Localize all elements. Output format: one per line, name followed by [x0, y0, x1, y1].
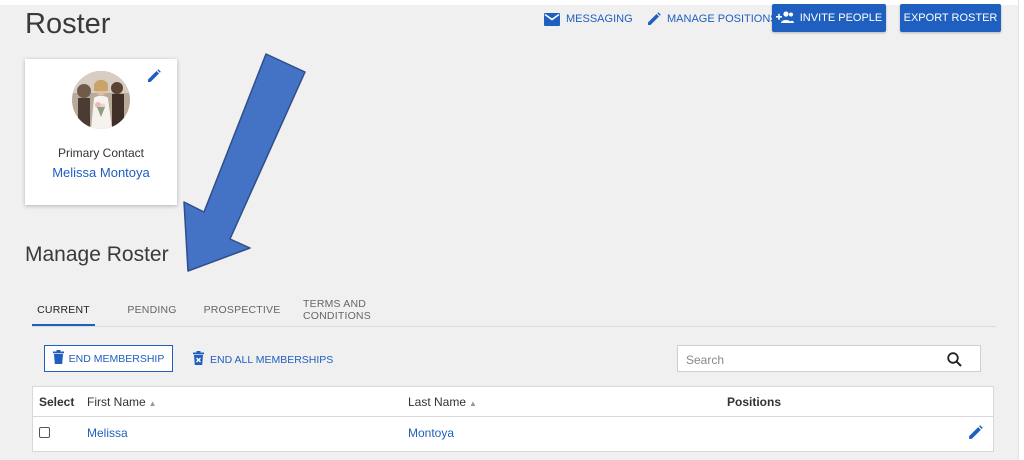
envelope-icon [544, 12, 560, 26]
column-first-name-label: First Name [87, 395, 146, 409]
end-membership-label: END MEMBERSHIP [68, 352, 165, 365]
search-box [677, 345, 981, 373]
pencil-icon [647, 12, 661, 26]
page-background: Roster MESSAGING MANAGE POSITIONS INVITE… [0, 0, 1019, 460]
primary-contact-card: Primary Contact Melissa Montoya [25, 59, 177, 205]
search-input[interactable] [678, 346, 948, 373]
column-last-name[interactable]: Last Name ▲︎ [408, 395, 477, 409]
sort-icon[interactable]: ▲︎ [149, 399, 157, 408]
column-select: Select [39, 395, 75, 409]
column-first-name[interactable]: First Name ▲︎ [87, 395, 157, 409]
roster-tabs: CURRENT PENDING PROSPECTIVE TERMS AND CO… [32, 296, 996, 327]
trash-icon [52, 350, 64, 367]
table-header: Select First Name ▲︎ Last Name ▲︎ Position… [33, 387, 993, 417]
column-last-name-label: Last Name [408, 395, 467, 409]
sort-icon[interactable]: ▲︎ [469, 399, 477, 408]
table-row: Melissa Montoya [33, 417, 993, 451]
messaging-link[interactable]: MESSAGING [544, 11, 633, 27]
page-title: Roster [25, 8, 111, 40]
messaging-label: MESSAGING [566, 13, 633, 25]
manage-positions-label: MANAGE POSITIONS [667, 13, 778, 25]
roster-table: Select First Name ▲︎ Last Name ▲︎ Position… [32, 386, 994, 452]
end-all-memberships-button[interactable]: END ALL MEMBERSHIPS [193, 351, 333, 368]
invite-people-label: INVITE PEOPLE [799, 12, 883, 24]
tab-pending[interactable]: PENDING [120, 296, 184, 324]
primary-contact-name[interactable]: Melissa Montoya [25, 165, 177, 180]
first-name-cell[interactable]: Melissa [87, 426, 128, 440]
end-membership-button[interactable]: END MEMBERSHIP [44, 345, 173, 372]
tab-prospective[interactable]: PROSPECTIVE [204, 296, 281, 324]
manage-roster-title: Manage Roster [25, 243, 169, 266]
tab-terms-and-conditions[interactable]: TERMS AND CONDITIONS [303, 296, 433, 324]
end-all-memberships-label: END ALL MEMBERSHIPS [210, 353, 334, 366]
export-roster-button[interactable]: EXPORT ROSTER [900, 4, 1001, 32]
edit-contact-icon[interactable] [147, 69, 161, 88]
last-name-cell[interactable]: Montoya [408, 426, 454, 440]
invite-people-button[interactable]: INVITE PEOPLE [772, 4, 886, 32]
edit-row-icon[interactable] [968, 425, 983, 445]
avatar [72, 71, 130, 129]
manage-positions-link[interactable]: MANAGE POSITIONS [647, 11, 778, 27]
primary-contact-label: Primary Contact [57, 146, 145, 160]
column-positions: Positions [727, 395, 782, 409]
row-select-checkbox[interactable] [39, 427, 50, 438]
tab-current[interactable]: CURRENT [32, 296, 95, 326]
export-roster-label: EXPORT ROSTER [903, 12, 998, 24]
search-icon[interactable] [947, 352, 962, 372]
add-people-icon [775, 10, 794, 26]
trash-x-icon [193, 351, 204, 368]
